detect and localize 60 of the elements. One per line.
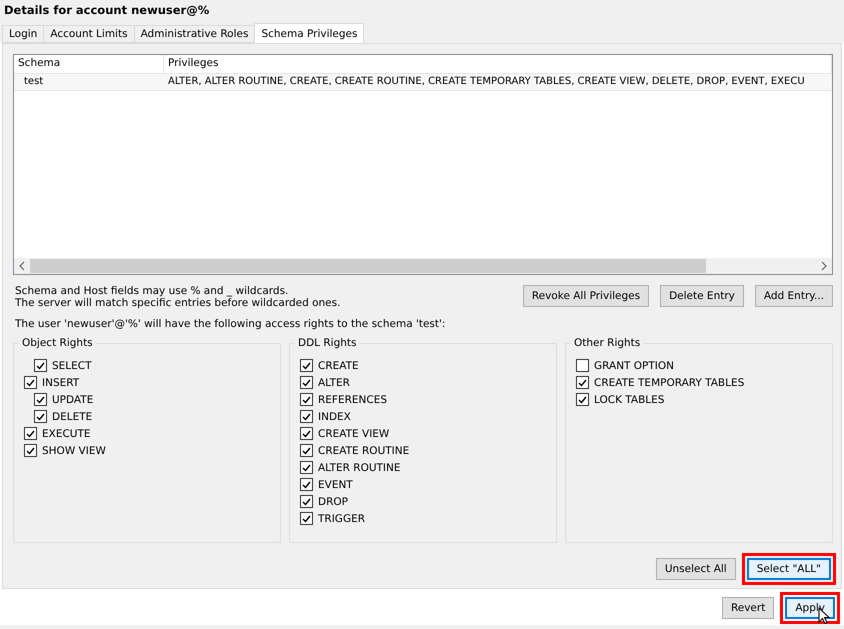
tab[interactable]: Account Limits (43, 25, 135, 43)
checkbox-label: GRANT OPTION (594, 360, 674, 372)
footer-button[interactable]: Apply (785, 597, 835, 619)
checkbox-label: SELECT (52, 360, 92, 372)
tab[interactable]: Schema Privileges (254, 23, 364, 43)
checkbox-label: TRIGGER (318, 512, 366, 524)
checkbox[interactable] (300, 444, 313, 457)
checkbox[interactable] (34, 410, 47, 423)
tab[interactable]: Administrative Roles (134, 25, 256, 43)
group-title: Other Rights (571, 337, 644, 349)
checkbox-label: CREATE (318, 360, 359, 372)
checkbox[interactable] (300, 478, 313, 491)
group-title: DDL Rights (295, 337, 360, 349)
select-button[interactable]: Select "ALL" (746, 558, 831, 580)
table-cell-text: ALTER, ALTER ROUTINE, CREATE, CREATE ROUTINE, CREATE TEMPORARY TABLES, CREATE VIEW, DELETE, DROP, EVENT, EXECU (167, 75, 806, 89)
window-title: Details for account newuser@% (0, 0, 844, 23)
hint-text: The server will match specific entries before wildcarded ones. (15, 297, 340, 309)
checkbox-label: LOCK TABLES (594, 394, 664, 406)
checkbox-label: INSERT (42, 376, 80, 388)
checkbox[interactable] (300, 376, 313, 389)
horizontal-scrollbar[interactable] (14, 258, 832, 274)
checkbox[interactable] (300, 512, 313, 525)
checkbox[interactable] (576, 393, 589, 406)
checkbox[interactable] (576, 359, 589, 372)
table-row[interactable]: test ALTER, ALTER ROUTINE, CREATE, CREATE ROUTINE, CREATE TEMPORARY TABLES, CREATE VIEW, DELETE, DROP, EVENT, EXECU (14, 74, 832, 91)
checkbox-label: CREATE ROUTINE (318, 444, 410, 456)
footer-button[interactable]: Revert (722, 597, 774, 619)
checkbox-label: DROP (318, 496, 348, 508)
checkbox-label: REFERENCES (318, 394, 388, 406)
checkbox[interactable] (300, 410, 313, 423)
checkbox-label: EVENT (318, 478, 353, 490)
entry-button[interactable]: Delete Entry (660, 285, 744, 307)
checkbox[interactable] (34, 393, 47, 406)
select-button[interactable]: Unselect All (656, 558, 736, 580)
access-description: The user 'newuser'@'%' will have the following access rights to the schema 'test': (15, 318, 446, 330)
entry-button[interactable]: Add Entry... (754, 285, 833, 307)
checkbox[interactable] (300, 393, 313, 406)
group-title: Object Rights (19, 337, 96, 349)
checkbox[interactable] (300, 461, 313, 474)
checkbox-label: UPDATE (52, 394, 94, 406)
checkbox[interactable] (300, 495, 313, 508)
table-cell-text: test (23, 75, 44, 89)
checkbox-label: CREATE VIEW (318, 428, 390, 440)
checkbox-label: INDEX (318, 410, 351, 422)
checkbox-label: EXECUTE (42, 428, 91, 440)
checkbox[interactable] (300, 427, 313, 440)
checkbox-label: ALTER (318, 376, 350, 388)
checkbox[interactable] (576, 376, 589, 389)
hint-text: Schema and Host fields may use % and _ wildcards. (15, 285, 290, 297)
checkbox-label: DELETE (52, 410, 92, 422)
entry-button[interactable]: Revoke All Privileges (522, 285, 650, 307)
checkbox[interactable] (24, 427, 37, 440)
tab[interactable]: Login (2, 25, 44, 43)
checkbox[interactable] (34, 359, 47, 372)
checkbox[interactable] (24, 444, 37, 457)
checkbox-label: SHOW VIEW (42, 444, 106, 456)
checkbox[interactable] (24, 376, 37, 389)
checkbox[interactable] (300, 359, 313, 372)
checkbox-label: CREATE TEMPORARY TABLES (594, 376, 744, 388)
checkbox-label: ALTER ROUTINE (318, 462, 401, 474)
